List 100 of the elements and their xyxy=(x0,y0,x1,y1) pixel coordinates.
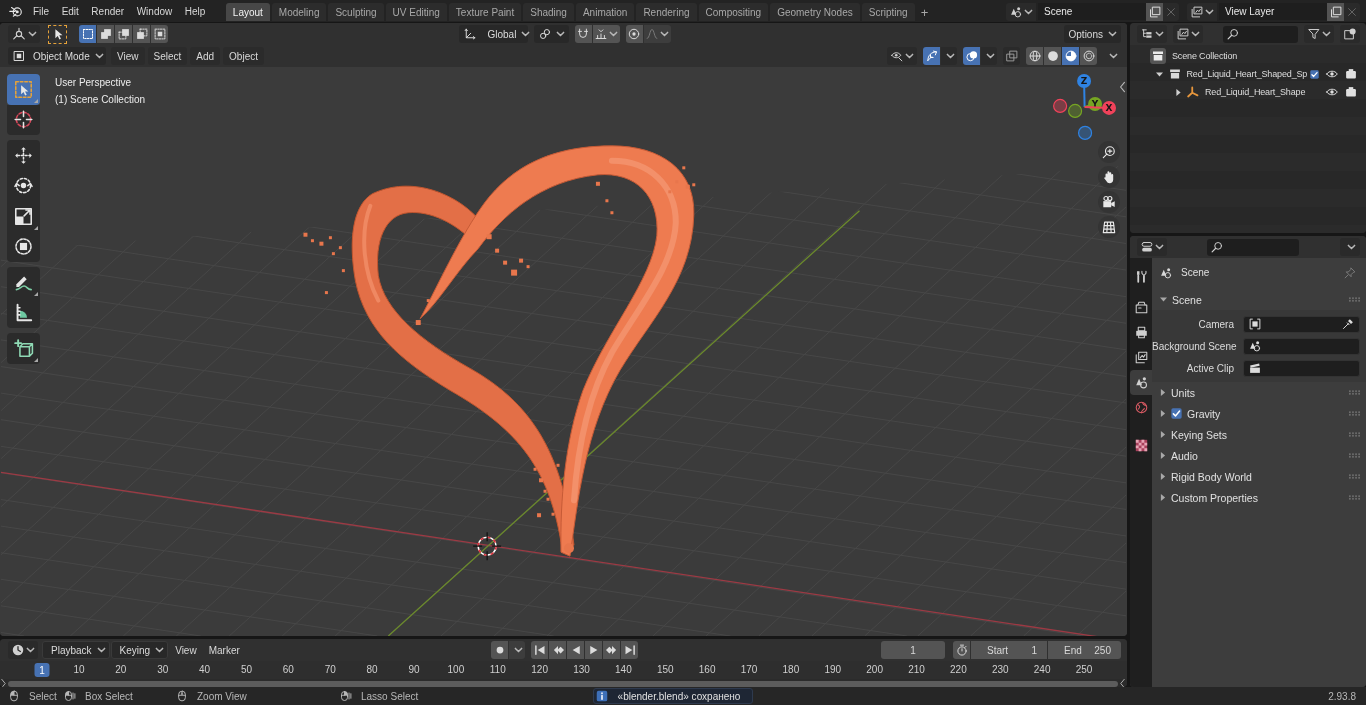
editor-type-button[interactable] xyxy=(1137,25,1167,43)
workspace-tab[interactable]: UV Editing xyxy=(385,3,447,21)
gizmo-axis-handle[interactable]: Z xyxy=(1077,74,1092,108)
item-name[interactable]: Red_Liquid_Heart_Shaped_Sp xyxy=(1186,69,1308,79)
menu-item[interactable]: View xyxy=(169,641,203,659)
shading-mode-button[interactable] xyxy=(1080,47,1097,65)
checkbox[interactable] xyxy=(1171,408,1182,419)
gizmo-negative-axis-handle[interactable] xyxy=(1053,98,1068,113)
snap-target-dropdown[interactable] xyxy=(592,25,620,43)
playback-button[interactable] xyxy=(621,641,638,659)
end-frame-field[interactable]: End 250 xyxy=(1048,641,1121,659)
current-frame-marker[interactable]: 1 xyxy=(34,663,50,677)
menu-item[interactable]: View xyxy=(111,47,145,65)
eye-icon[interactable] xyxy=(1326,68,1338,80)
navigation-button[interactable] xyxy=(1098,191,1120,213)
expand-chevron-icon[interactable] xyxy=(1,679,6,687)
menu-item[interactable]: Add xyxy=(190,47,221,65)
filter-dropdown[interactable] xyxy=(1304,25,1334,43)
gizmo-negative-axis-handle[interactable] xyxy=(1078,125,1093,140)
selection-mode-button[interactable] xyxy=(151,25,168,43)
editor-type-button[interactable] xyxy=(8,25,40,43)
collapse-chevron-icon[interactable] xyxy=(1120,679,1125,687)
drag-grip-icon[interactable] xyxy=(1349,453,1360,458)
playback-button[interactable] xyxy=(585,641,602,659)
tool-button[interactable] xyxy=(7,104,40,135)
selection-mode-button[interactable] xyxy=(115,25,132,43)
sidebar-chevron-icon[interactable] xyxy=(1120,82,1125,92)
tool-button[interactable] xyxy=(7,267,40,298)
clip-field[interactable] xyxy=(1243,359,1360,377)
proportional-editing-toggle[interactable] xyxy=(625,25,643,43)
scene-name-field[interactable]: Scene xyxy=(1038,2,1146,20)
preview-range-toggle[interactable] xyxy=(953,641,970,659)
workspace-tab[interactable]: Rendering xyxy=(636,3,697,21)
drag-grip-icon[interactable] xyxy=(1349,432,1360,437)
playback-button[interactable] xyxy=(549,641,566,659)
workspace-tab[interactable]: Sculpting xyxy=(328,3,384,21)
browse-button[interactable] xyxy=(1006,2,1036,21)
drag-grip-icon[interactable] xyxy=(1349,411,1360,416)
workspace-tab[interactable]: Modeling xyxy=(271,3,327,21)
navigation-button[interactable] xyxy=(1098,141,1120,163)
selection-mode-button[interactable] xyxy=(79,25,96,43)
current-frame-field[interactable]: 1 xyxy=(881,641,945,659)
menu-item[interactable]: Render xyxy=(85,2,131,20)
expanded-arrow-icon[interactable] xyxy=(1156,71,1163,77)
mode-dropdown[interactable]: Object Mode xyxy=(8,47,106,65)
visibility-dropdown[interactable] xyxy=(887,47,917,65)
tool-button[interactable] xyxy=(7,333,40,364)
menu-item[interactable]: Object xyxy=(223,47,264,65)
menu-item[interactable]: Window xyxy=(130,2,179,20)
workspace-tab[interactable]: Layout xyxy=(225,3,270,21)
add-workspace-button[interactable]: + xyxy=(916,3,933,21)
browse-button[interactable] xyxy=(1187,2,1217,21)
tool-button[interactable] xyxy=(7,140,40,171)
transform-orientation-dropdown[interactable]: Global xyxy=(458,25,528,43)
menu-item[interactable]: Select xyxy=(147,47,188,65)
gizmo-toggle[interactable] xyxy=(923,47,940,65)
duplicate-button[interactable] xyxy=(1146,2,1163,21)
menu-item[interactable]: Marker xyxy=(202,641,246,659)
search-field[interactable] xyxy=(1207,238,1299,256)
shading-mode-button[interactable] xyxy=(1062,47,1079,65)
search-field[interactable] xyxy=(1223,25,1298,43)
selection-mode-button[interactable] xyxy=(97,25,114,43)
editor-type-button[interactable] xyxy=(1137,238,1167,256)
snapping-toggle[interactable] xyxy=(574,25,592,43)
item-name[interactable]: Red_Liquid_Heart_Shape xyxy=(1205,87,1306,97)
menu-item[interactable]: Help xyxy=(178,2,212,20)
workspace-tab[interactable]: Shading xyxy=(523,3,574,21)
workspace-tab[interactable]: Scripting xyxy=(861,3,915,21)
shading-mode-button[interactable] xyxy=(1026,47,1043,65)
workspace-tab[interactable]: Compositing xyxy=(698,3,769,21)
drag-grip-icon[interactable] xyxy=(1349,474,1360,479)
duplicate-button[interactable] xyxy=(1327,2,1344,21)
blender-logo-icon[interactable] xyxy=(8,4,23,18)
menu-item[interactable]: Edit xyxy=(55,2,85,20)
object-field[interactable] xyxy=(1243,315,1360,333)
overlay-options-dropdown[interactable] xyxy=(941,47,957,65)
navigation-button[interactable] xyxy=(1098,166,1120,188)
playback-button[interactable] xyxy=(531,641,548,659)
options-dropdown[interactable] xyxy=(1340,238,1360,256)
menu-dropdown[interactable]: Playback xyxy=(42,641,110,659)
timeline-scrollbar[interactable] xyxy=(8,680,1118,687)
menu-item[interactable]: File xyxy=(27,2,56,20)
drag-grip-icon[interactable] xyxy=(1349,390,1360,395)
selection-mode-button[interactable] xyxy=(133,25,150,43)
pin-icon[interactable] xyxy=(1344,266,1356,279)
options-dropdown[interactable]: Options xyxy=(1063,25,1121,43)
gizmo-negative-axis-handle[interactable] xyxy=(1068,103,1083,118)
camera-icon[interactable] xyxy=(1345,68,1357,80)
view-layer-field[interactable]: View Layer xyxy=(1219,2,1327,20)
checkbox[interactable] xyxy=(1310,69,1319,79)
start-frame-field[interactable]: Start 1 xyxy=(971,641,1047,659)
playback-button[interactable] xyxy=(567,641,584,659)
keying-options-dropdown[interactable] xyxy=(509,641,525,659)
item-name[interactable]: Scene Collection xyxy=(1172,51,1238,61)
new-collection-button[interactable] xyxy=(1340,25,1360,43)
tool-button[interactable] xyxy=(7,297,40,328)
properties-tab[interactable] xyxy=(1130,370,1152,395)
camera-icon[interactable] xyxy=(1345,86,1357,98)
pivot-point-dropdown[interactable] xyxy=(533,25,569,43)
tool-button[interactable] xyxy=(7,231,40,262)
